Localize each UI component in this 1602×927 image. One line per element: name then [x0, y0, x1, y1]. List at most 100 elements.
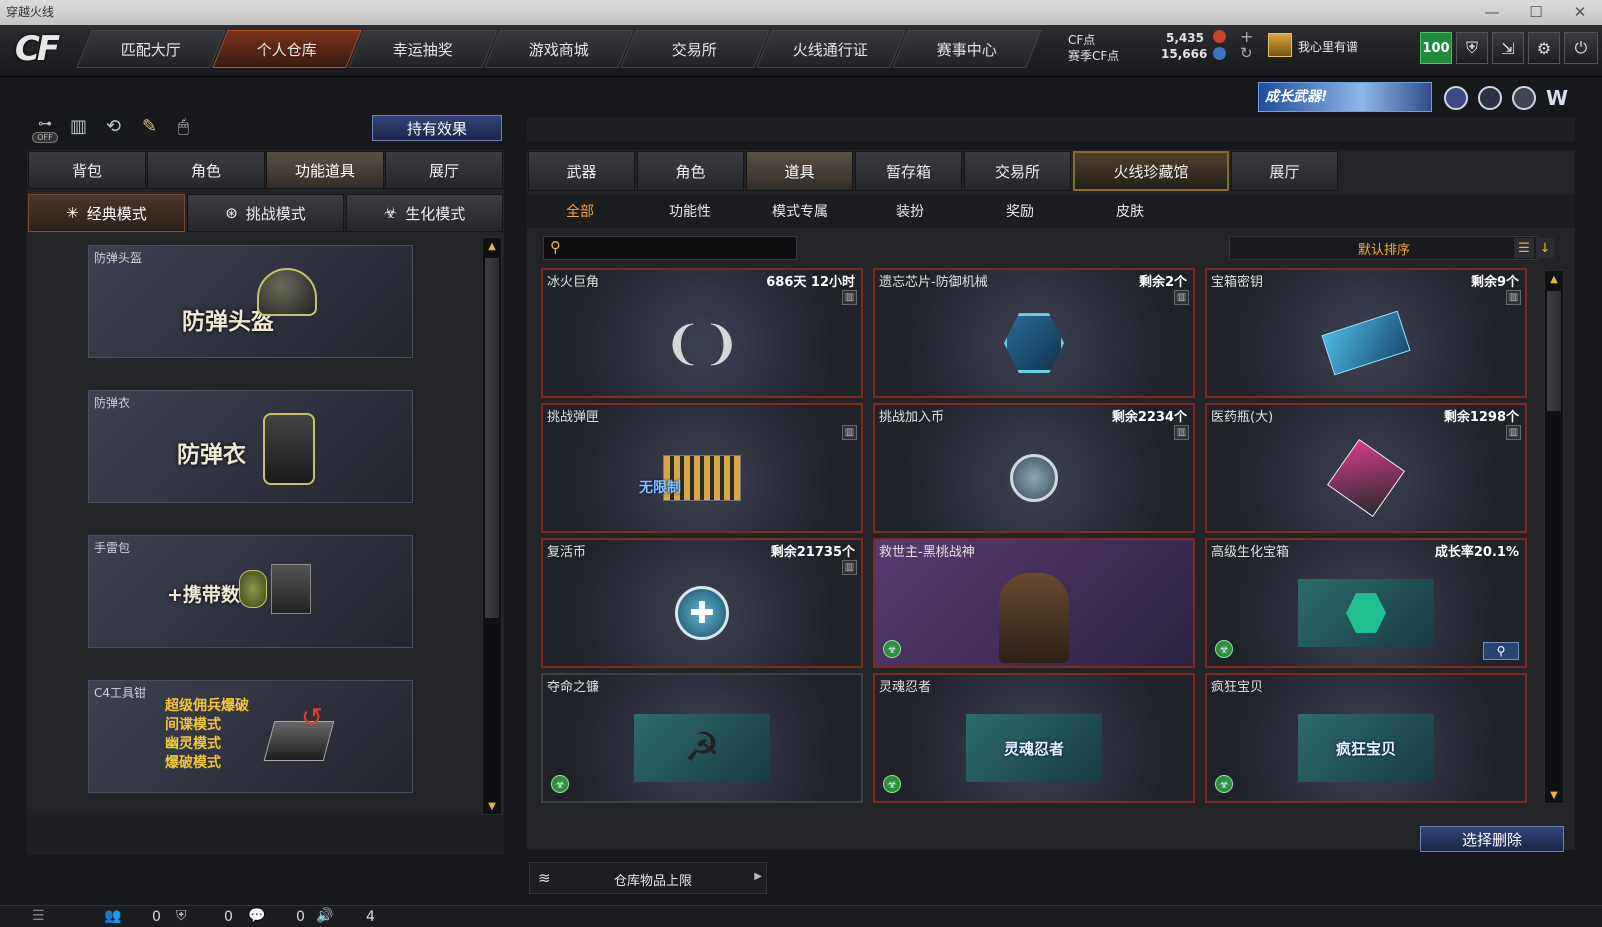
right-tab-collection[interactable]: 火线珍藏馆 [1073, 151, 1229, 191]
growth-weapon-banner[interactable]: 成长武器! [1258, 82, 1432, 112]
left-tab-character[interactable]: 角色 [147, 151, 265, 189]
left-tab-backpack[interactable]: 背包 [28, 151, 146, 189]
right-tab-showroom[interactable]: 展厅 [1231, 151, 1338, 191]
select-delete-button[interactable]: 选择删除 [1420, 826, 1564, 852]
left-item-card[interactable]: 防弹头盔 防弹头盔 [88, 245, 413, 358]
left-footer [27, 815, 504, 855]
speaker-icon[interactable]: 🔊 [316, 908, 333, 924]
item-card[interactable]: 遗忘芯片-防御机械 剩余2个 ▥ [873, 268, 1195, 398]
item-card[interactable]: 复活币 剩余21735个 ▥ ✚ [541, 538, 863, 668]
scroll-thumb[interactable] [1547, 291, 1561, 411]
player-name[interactable]: 我心里有谱 [1298, 38, 1358, 55]
trash-icon[interactable]: ▥ [1506, 425, 1521, 440]
emblem-icon-2[interactable] [1478, 86, 1502, 110]
nav-tab-lottery[interactable]: 幸运抽奖 [348, 30, 498, 68]
maximize-button[interactable]: ☐ [1514, 0, 1558, 25]
filter-all[interactable]: 全部 [540, 196, 620, 226]
filter-functional[interactable]: 功能性 [650, 196, 730, 226]
trash-icon[interactable]: ▥ [842, 425, 857, 440]
item-card[interactable]: 救世主-黑桃战神 ☣ [873, 538, 1195, 668]
minimize-button[interactable]: — [1470, 0, 1514, 25]
filter-reward[interactable]: 奖励 [980, 196, 1060, 226]
item-card[interactable]: 宝箱密钥 剩余9个 ▥ [1205, 268, 1527, 398]
spray-icon[interactable]: ✎ [142, 116, 166, 140]
left-item-card[interactable]: 手雷包 +携带数 [88, 535, 413, 648]
nav-tab-exchange[interactable]: 交易所 [620, 30, 770, 68]
stats-icon[interactable]: ▥ [70, 116, 94, 140]
emblem-icon-1[interactable] [1444, 86, 1468, 110]
nav-tab-match-lobby[interactable]: 匹配大厅 [76, 30, 226, 68]
shield-icon[interactable]: ⛨ [1456, 32, 1488, 64]
item-card[interactable]: 挑战加入币 剩余2234个 ▥ [873, 403, 1195, 533]
player-level-badge[interactable]: 100 [1420, 32, 1452, 64]
emblem-icon-4[interactable]: W [1546, 86, 1570, 110]
scroll-thumb[interactable] [485, 258, 499, 618]
left-item-card[interactable]: 防弹衣 防弹衣 [88, 390, 413, 503]
expand-arrow-icon[interactable]: ▶ [754, 871, 762, 882]
mode-classic[interactable]: ✳ 经典模式 [28, 194, 185, 232]
cf-logo[interactable]: CF [0, 25, 72, 73]
left-item-card[interactable]: C4工具钳 超级佣兵爆破 间谍模式 幽灵模式 爆破模式 ↺ [88, 680, 413, 793]
item-card[interactable]: 冰火巨角 686天 12小时 ▥ ❨❩ [541, 268, 863, 398]
scroll-up-icon[interactable]: ▲ [483, 238, 501, 254]
right-scrollbar[interactable]: ▲ ▼ [1544, 270, 1564, 804]
toggle-off-icon[interactable]: ⊶ OFF [32, 116, 58, 143]
trash-icon[interactable]: ▥ [1174, 425, 1189, 440]
filter-mode-exclusive[interactable]: 模式专属 [760, 196, 840, 226]
mouse-icon[interactable]: 🖱 [178, 116, 202, 140]
power-icon[interactable]: ⏻ [1564, 32, 1598, 64]
trash-icon[interactable]: ▥ [1506, 290, 1521, 305]
item-card[interactable]: 高级生化宝箱 成长率20.1% ☣ ⚲ [1205, 538, 1527, 668]
scroll-down-icon[interactable]: ▼ [483, 798, 501, 814]
clan-count: 0 [224, 909, 233, 925]
exit-icon[interactable]: ⇲ [1492, 32, 1524, 64]
magnify-icon[interactable]: ⚲ [1483, 642, 1519, 660]
emblem-icon-3[interactable] [1512, 86, 1536, 110]
item-card[interactable]: 挑战弹匣 ▥ 无限制 [541, 403, 863, 533]
nav-tab-shop[interactable]: 游戏商城 [484, 30, 634, 68]
search-box[interactable]: ⚲ [543, 236, 797, 260]
filter-outfit[interactable]: 装扮 [870, 196, 950, 226]
trash-icon[interactable]: ▥ [1174, 290, 1189, 305]
gear-icon[interactable]: ⚙ [1528, 32, 1560, 64]
item-card[interactable]: 夺命之镰 ☭ ☣ [541, 673, 863, 803]
trash-icon[interactable]: ▥ [842, 290, 857, 305]
classic-mode-icon: ✳ [66, 204, 79, 222]
filter-skin[interactable]: 皮肤 [1090, 196, 1170, 226]
chat-icon[interactable]: 💬 [248, 908, 265, 924]
right-tab-weapons[interactable]: 武器 [528, 151, 635, 191]
item-card[interactable]: 灵魂忍者 灵魂忍者 ☣ [873, 673, 1195, 803]
right-tab-storage[interactable]: 暂存箱 [855, 151, 962, 191]
left-tab-function-items[interactable]: 功能道具 [266, 151, 384, 189]
right-tab-character[interactable]: 角色 [637, 151, 744, 191]
left-tab-showroom[interactable]: 展厅 [385, 151, 503, 189]
held-effects-button[interactable]: 持有效果 [372, 115, 502, 141]
close-button[interactable]: ✕ [1558, 0, 1602, 25]
sort-dropdown[interactable]: 默认排序 [1229, 236, 1539, 260]
clan-icon[interactable]: ⛨ [176, 908, 187, 924]
item-card[interactable]: 疯狂宝贝 疯狂宝贝 ☣ [1205, 673, 1527, 803]
search-input[interactable] [570, 239, 790, 257]
left-scrollbar[interactable]: ▲ ▼ [482, 237, 502, 815]
history-icon[interactable]: ⟲ [106, 116, 130, 140]
list-view-icon[interactable]: ☰ [1514, 238, 1534, 258]
nav-tab-events[interactable]: 赛事中心 [892, 30, 1042, 68]
mode-biochem[interactable]: ☣ 生化模式 [346, 194, 503, 232]
refresh-icon[interactable]: ↻ [1240, 44, 1253, 62]
scroll-down-icon[interactable]: ▼ [1545, 787, 1563, 803]
right-tab-exchange[interactable]: 交易所 [964, 151, 1071, 191]
biochem-badge-icon: ☣ [883, 775, 901, 793]
nav-tab-pass[interactable]: 火线通行证 [756, 30, 906, 68]
scroll-up-icon[interactable]: ▲ [1545, 271, 1563, 287]
right-tab-items[interactable]: 道具 [746, 151, 853, 191]
sort-order-icon[interactable]: ↓ [1536, 238, 1554, 258]
trash-icon[interactable]: ▥ [842, 560, 857, 575]
nav-tab-warehouse[interactable]: 个人仓库 [212, 30, 362, 68]
friends-icon[interactable]: 👥 [104, 908, 121, 924]
item-card[interactable]: 医药瓶(大) 剩余1298个 ▥ [1205, 403, 1527, 533]
menu-icon[interactable]: ☰ [32, 908, 45, 924]
search-icon: ⚲ [550, 238, 561, 256]
capacity-bar[interactable]: ≋ 仓库物品上限 ▶ [529, 862, 767, 894]
mode-challenge[interactable]: ⊛ 挑战模式 [187, 194, 344, 232]
player-rank-icon[interactable] [1268, 33, 1292, 57]
